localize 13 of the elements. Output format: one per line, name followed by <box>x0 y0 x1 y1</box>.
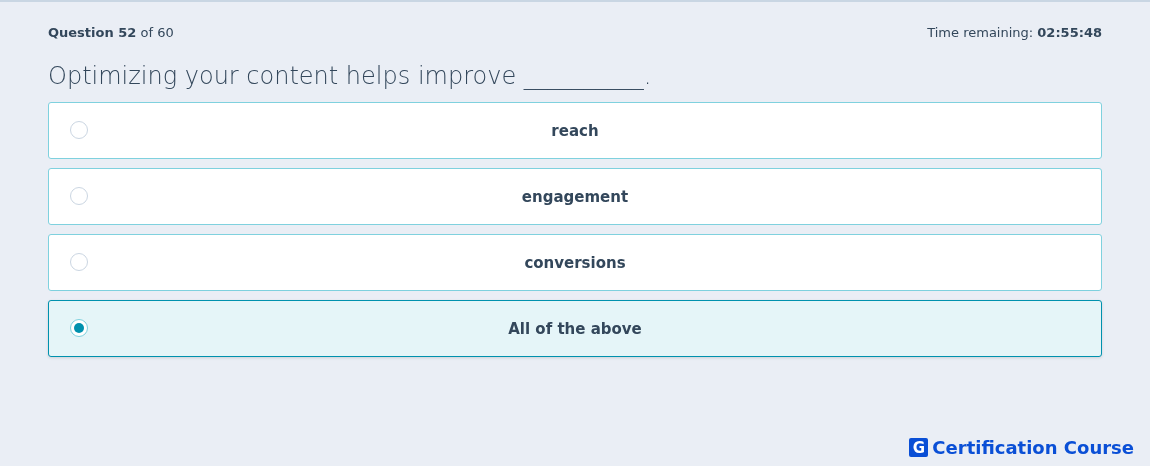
question-text: Optimizing your content helps improve __________. <box>48 62 653 90</box>
radio-button[interactable] <box>70 187 88 205</box>
radio-button[interactable] <box>70 319 88 337</box>
question-counter: Question 52 of 60 <box>48 24 174 40</box>
logo-mark: G <box>909 438 929 457</box>
answer-option[interactable]: reach <box>48 102 1102 159</box>
answer-option[interactable]: engagement <box>48 168 1102 225</box>
brand-name: Certification Course <box>932 437 1134 458</box>
radio-button[interactable] <box>70 253 88 271</box>
time-remaining: Time remaining: 02:55:48 <box>927 24 1102 40</box>
radio-button[interactable] <box>70 121 88 139</box>
answer-option[interactable]: conversions <box>48 234 1102 291</box>
answer-option[interactable]: All of the above <box>48 300 1102 357</box>
